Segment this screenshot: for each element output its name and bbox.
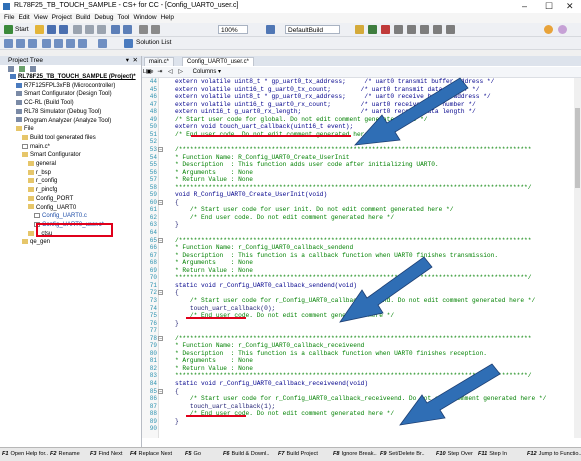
function-key-code: F1 <box>2 451 9 457</box>
function-key-code: F6 <box>223 451 230 457</box>
function-key-f2[interactable]: F2 Rename <box>50 450 80 459</box>
function-key-f10[interactable]: F10 Step Over <box>436 450 473 459</box>
function-key-code: F11 <box>478 451 488 457</box>
function-key-f6[interactable]: F6 Build & Downl.. <box>223 450 269 459</box>
function-key-code: F10 <box>436 451 446 457</box>
function-key-code: F2 <box>50 451 57 457</box>
function-key-label: Go <box>193 451 201 457</box>
function-key-label: Step Over <box>447 451 473 457</box>
function-key-f8[interactable]: F8 Ignore Break.. <box>333 450 377 459</box>
function-key-label: Open Help for.. <box>10 451 49 457</box>
function-key-f12[interactable]: F12 Jump to Functio.. <box>527 450 581 459</box>
function-key-f1[interactable]: F1 Open Help for.. <box>2 450 48 459</box>
function-key-code: F3 <box>90 451 97 457</box>
function-key-bar: F1 Open Help for.. F2 Rename F3 Find Next F4 Re… <box>0 447 581 461</box>
function-key-code: F8 <box>333 451 340 457</box>
function-key-code: F9 <box>380 451 387 457</box>
function-key-code: F12 <box>527 451 537 457</box>
function-key-f11[interactable]: F11 Step In <box>478 450 507 459</box>
function-key-label: Replace Next <box>138 451 173 457</box>
function-key-f9[interactable]: F9 Set/Delete Br.. <box>380 450 425 459</box>
function-key-f3[interactable]: F3 Find Next <box>90 450 122 459</box>
arrow-icon <box>399 363 501 426</box>
function-key-label: Ignore Break.. <box>341 451 377 457</box>
function-key-f4[interactable]: F4 Replace Next <box>130 450 172 459</box>
annotation-arrows <box>339 77 501 426</box>
function-key-label: Find Next <box>98 451 123 457</box>
function-key-label: Step In <box>489 451 507 457</box>
function-key-code: F4 <box>130 451 137 457</box>
function-key-f7[interactable]: F7 Build Project <box>278 450 318 459</box>
function-key-code: F7 <box>278 451 285 457</box>
function-key-label: Rename <box>58 451 80 457</box>
arrow-icon <box>339 256 433 323</box>
function-key-code: F5 <box>185 451 192 457</box>
function-key-label: Build & Downl.. <box>231 451 270 457</box>
function-key-label: Jump to Functio.. <box>538 451 581 457</box>
function-key-label: Set/Delete Br.. <box>388 451 425 457</box>
arrow-icon <box>353 77 469 146</box>
function-key-label: Build Project <box>286 451 318 457</box>
function-key-f5[interactable]: F5 Go <box>185 450 201 459</box>
